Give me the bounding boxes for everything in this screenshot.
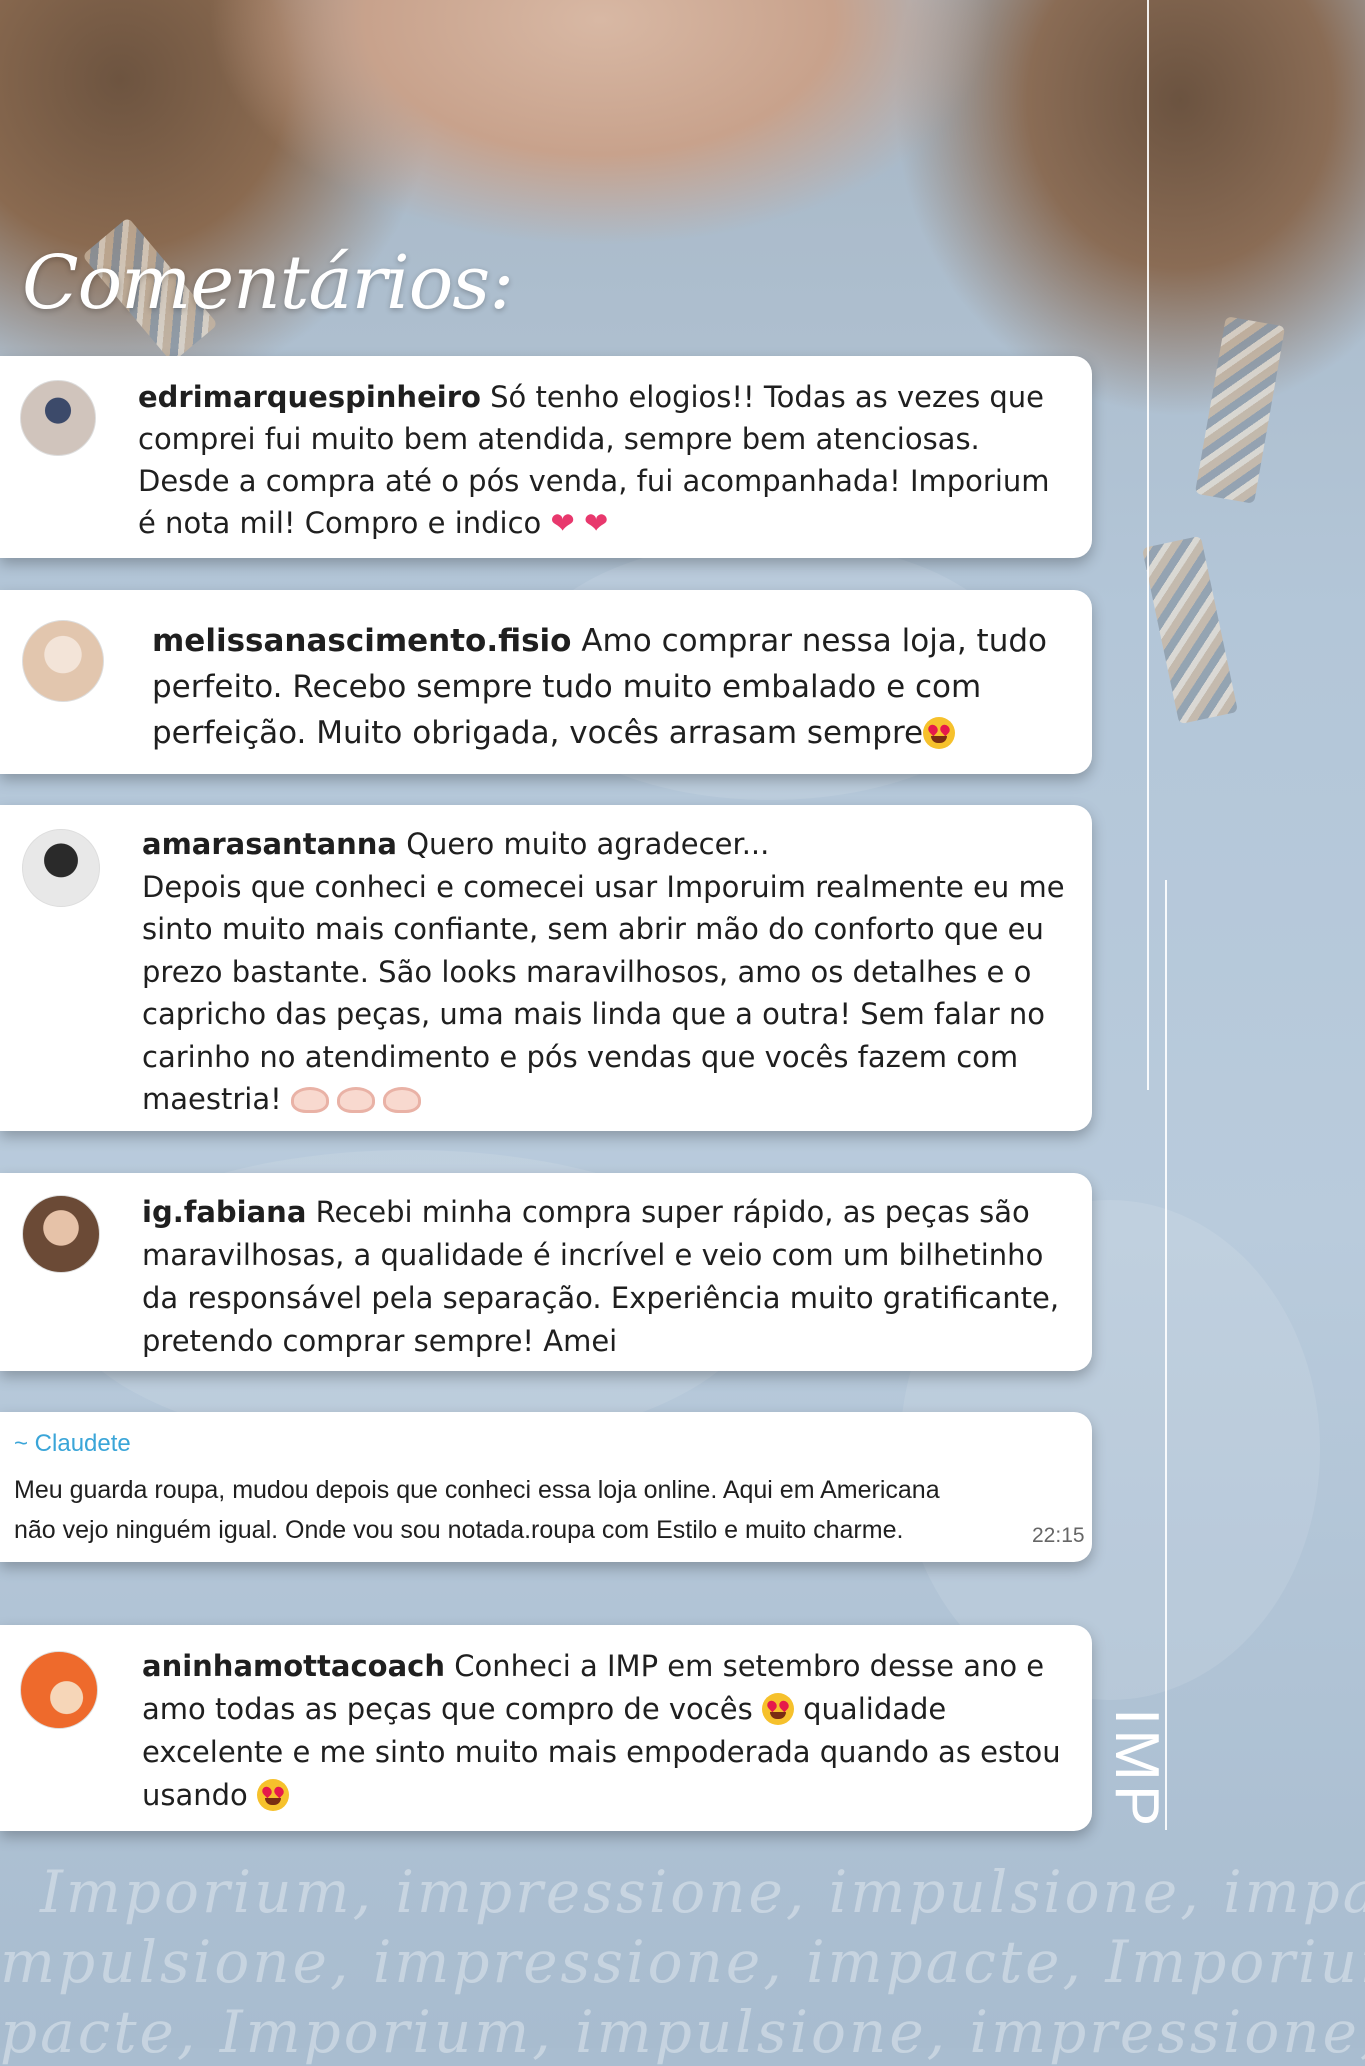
comment-line: maravilhosas, a qualidade é incrível e v… [142,1238,1044,1272]
page-title: Comentários: [22,240,514,326]
comment-line: Só tenho elogios!! Todas as vezes que [480,380,1045,414]
heart-hands-emoji-icon [336,1087,375,1113]
avatar[interactable] [22,620,104,702]
avatar[interactable] [20,1651,98,1729]
comment-card: melissanascimento.fisio Amo comprar ness… [0,590,1092,774]
comment-text: edrimarquespinheiro Só tenho elogios!! T… [138,376,1078,544]
comment-line: excelente e me sinto muito mais empodera… [142,1735,1061,1769]
comment-text: ig.fabiana Recebi minha compra super ráp… [142,1191,1082,1363]
avatar[interactable] [20,380,96,456]
divider-line [1165,880,1167,1830]
comment-line: perfeito. Recebo sempre tudo muito embal… [152,669,982,705]
comment-line: Amo comprar nessa loja, tudo [571,623,1048,659]
heart-eyes-emoji-icon [257,1779,290,1811]
avatar[interactable] [22,1195,100,1273]
avatar[interactable] [22,829,100,907]
heart-eyes-emoji-icon [761,1693,794,1725]
comment-line: pretendo comprar sempre! Amei [142,1324,618,1358]
comment-line: qualidade [793,1692,947,1726]
comment-text: aninhamottacoach Conheci a IMP em setemb… [142,1645,1082,1817]
comment-card: amarasantanna Quero muito agradecer... D… [0,805,1092,1131]
comment-text: amarasantanna Quero muito agradecer... D… [142,823,1082,1121]
embroidery-stripe [1194,316,1286,504]
heart-emoji-icon: ❤ ❤ [541,506,609,540]
comment-line: Desde a compra até o pós venda, fui acom… [138,464,1050,498]
username[interactable]: ig.fabiana [142,1195,306,1229]
comment-card: aninhamottacoach Conheci a IMP em setemb… [0,1625,1092,1831]
divider-line [1147,0,1149,1090]
comment-line: é nota mil! Compro e indico [138,506,542,540]
whatsapp-text: Meu guarda roupa, mudou depois que conhe… [14,1470,1064,1550]
comment-line: usando [142,1778,248,1812]
comment-line: Depois que conheci e comecei usar Imporu… [142,869,1065,904]
comment-line: Recebi minha compra super rápido, as peç… [306,1195,1030,1229]
username[interactable]: melissanascimento.fisio [152,623,571,659]
message-line: não vejo ninguém igual. Onde vou sou not… [14,1516,904,1544]
comment-card: ig.fabiana Recebi minha compra super ráp… [0,1173,1092,1371]
heart-hands-emoji-icon [382,1087,421,1113]
watermark-text: mpulsione, impressione, impacte, Imporiu… [0,1928,1365,1996]
message-timestamp: 22:15 [1032,1524,1085,1547]
comment-text: melissanascimento.fisio Amo comprar ness… [152,618,1072,756]
brand-logo: IMP [1102,1708,1171,1831]
comment-line: perfeição. Muito obrigada, vocês arrasam… [152,715,924,751]
message-line: Meu guarda roupa, mudou depois que conhe… [14,1476,940,1504]
whatsapp-sender: ~ Claudete [14,1430,131,1457]
comment-line: prezo bastante. São looks maravilhosos, … [142,954,1032,989]
comment-line: amo todas as peças que compro de vocês [142,1692,753,1726]
comment-line: Conheci a IMP em setembro desse ano e [444,1649,1045,1683]
username[interactable]: aninhamottacoach [142,1649,445,1683]
comment-card: edrimarquespinheiro Só tenho elogios!! T… [0,356,1092,558]
heart-hands-emoji-icon [290,1087,329,1113]
comment-line: maestria! [142,1082,282,1116]
comment-line: da responsável pela separação. Experiênc… [142,1281,1060,1315]
watermark-text: Imporium, impressione, impulsione, impac… [40,1858,1365,1926]
embroidery-stripe [1141,535,1239,725]
username[interactable]: edrimarquespinheiro [138,380,481,414]
comment-line: comprei fui muito bem atendida, sempre b… [138,422,980,456]
comment-line: sinto muito mais confiante, sem abrir mã… [142,912,1044,946]
comment-line: capricho das peças, uma mais linda que a… [142,997,1045,1031]
username[interactable]: amarasantanna [142,827,397,861]
comment-line: carinho no atendimento e pós vendas que … [142,1039,1019,1074]
heart-eyes-emoji-icon [923,717,956,749]
watermark-text: pacte, Imporium, impulsione, impressione… [0,1998,1365,2066]
comment-line: Quero muito agradecer... [397,827,770,861]
